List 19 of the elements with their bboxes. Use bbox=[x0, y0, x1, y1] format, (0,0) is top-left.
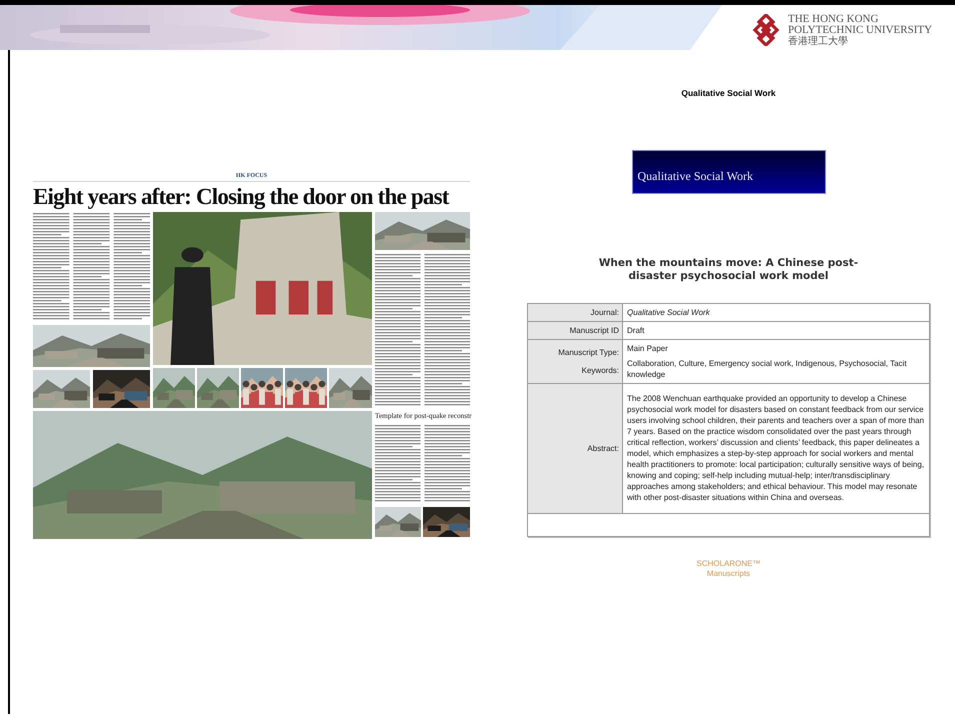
university-name: POLYTECHNIC UNIVERSITY bbox=[788, 24, 932, 36]
paper-title: When the mountains move: A Chinese post-disaster psychosocial work model bbox=[598, 256, 860, 283]
university-chinese-name: 香港理工大學 bbox=[788, 36, 849, 46]
newspaper-headline: Eight years after: Closing the door on the past bbox=[33, 183, 450, 212]
field-label: Manuscript ID bbox=[570, 324, 619, 336]
journal-banner: Qualitative Social Work bbox=[632, 150, 826, 194]
scholarone-brand: SCHOLARONE™ bbox=[696, 558, 760, 569]
university-name: THE HONG KONG bbox=[788, 14, 880, 24]
field-value: Main Paper bbox=[627, 342, 669, 354]
field-label: Abstract: bbox=[587, 442, 619, 454]
field-label: Keywords: bbox=[582, 365, 619, 376]
field-value: Draft bbox=[627, 324, 646, 336]
field-label: Journal: bbox=[590, 306, 619, 318]
field-label: Manuscript Type: bbox=[558, 346, 619, 358]
field-value: Collaboration, Culture, Emergency social work, Indigenous, Psychosocial, Tacit knowledge bbox=[627, 358, 908, 380]
scholarone-product: Manuscripts bbox=[706, 568, 750, 579]
field-value: Qualitative Social Work bbox=[627, 306, 711, 318]
journal-header: Qualitative Social Work bbox=[681, 87, 776, 100]
field-value: The 2008 Wenchuan earthquake provided an opportunity to develop a Chinese psychosocial work model for disasters based on constant feedback from our service users involving school children, their parents and teachers over a span of more than 7 years. Based on the practice wisdom consolidated over the past years through critical reflection, workers’ discussion and clients’ feedback, this paper delineates a model, which emphasizes a step-by-step approach for social workers and mental health practitioners to promote: local participation; culturally sensitive ways of being, knowing and coping; self-help including mutual-help; inter/transdisciplinary approaches among stakeholders; and ethical behaviour. This model may resonate with other post-disaster situations within China and overseas. bbox=[627, 393, 925, 504]
